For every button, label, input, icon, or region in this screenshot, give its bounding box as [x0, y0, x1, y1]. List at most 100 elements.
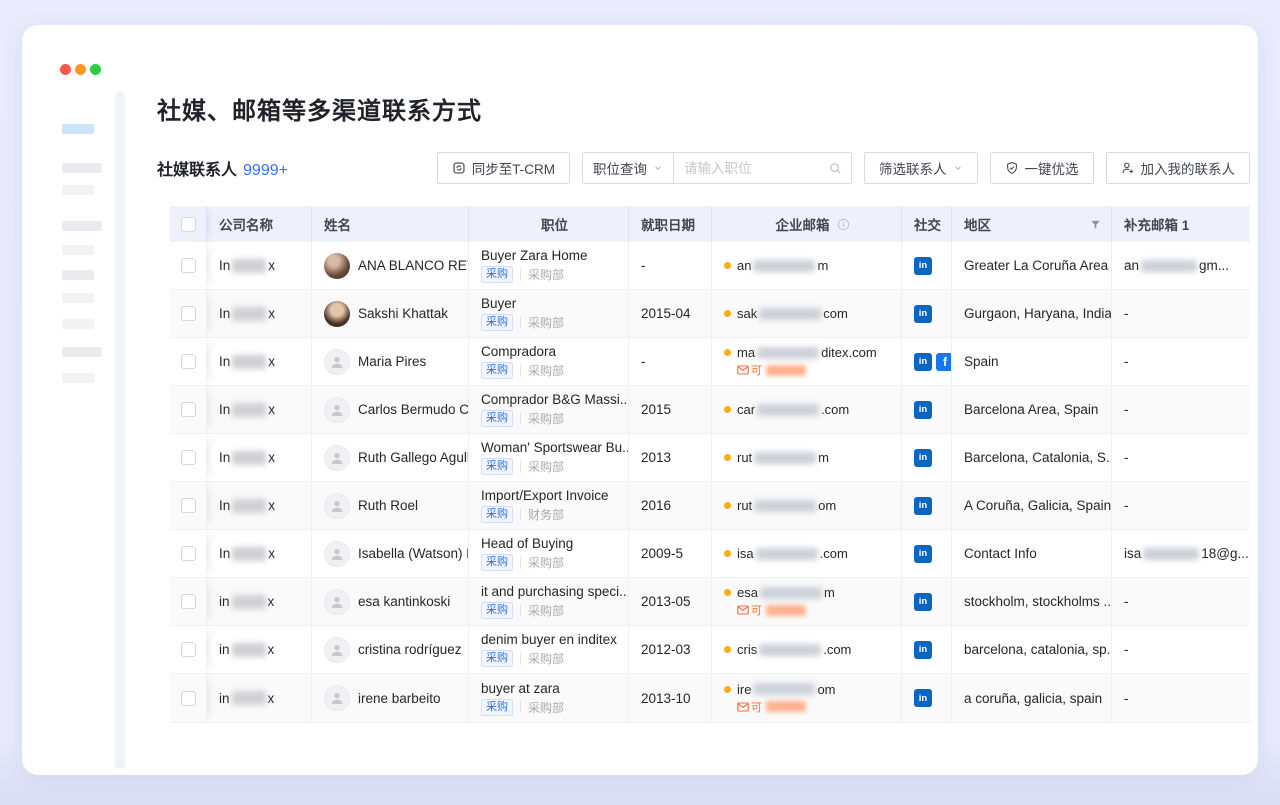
- redacted-email-text: [1141, 260, 1197, 272]
- avatar: [324, 541, 350, 567]
- sidebar-item[interactable]: [62, 163, 102, 173]
- search-icon[interactable]: [828, 161, 843, 176]
- position-cell: denim buyer en inditex 采购 采购部: [469, 626, 629, 673]
- linkedin-icon[interactable]: in: [914, 449, 932, 467]
- redacted-email-text: [759, 644, 821, 656]
- linkedin-icon[interactable]: in: [914, 401, 932, 419]
- table-row: Inx Maria Pires Compradora 采购 采购部 - madi…: [170, 338, 1250, 386]
- maximize-window-button[interactable]: [90, 64, 101, 75]
- position-query-dropdown[interactable]: 职位查询: [582, 152, 674, 184]
- table-row: inx cristina rodríguez denim buyer en in…: [170, 626, 1250, 674]
- tag-divider: [520, 317, 521, 329]
- facebook-icon[interactable]: f: [936, 353, 952, 371]
- close-window-button[interactable]: [60, 64, 71, 75]
- social-icons: in: [914, 305, 932, 323]
- row-checkbox[interactable]: [181, 354, 196, 369]
- filter-funnel-icon[interactable]: [1090, 219, 1101, 230]
- row-checkbox[interactable]: [181, 594, 196, 609]
- linkedin-icon[interactable]: in: [914, 305, 932, 323]
- region-cell: A Coruña, Galicia, Spain: [952, 482, 1112, 529]
- position-search-input[interactable]: [684, 161, 828, 176]
- linkedin-icon[interactable]: in: [914, 593, 932, 611]
- extra-email-cell: -: [1112, 434, 1250, 481]
- email-status-dot: [724, 262, 731, 269]
- contact-name: Carlos Bermudo Cr...: [358, 402, 469, 417]
- sidebar-item[interactable]: [62, 373, 95, 383]
- email-cell: rutom: [712, 482, 902, 529]
- chevron-down-icon: [953, 163, 963, 173]
- avatar: [324, 493, 350, 519]
- sidebar-item[interactable]: [62, 221, 102, 231]
- avatar: [324, 301, 350, 327]
- name-cell: irene barbeito: [312, 674, 469, 722]
- social-icons: inf: [914, 353, 952, 371]
- hire-date-cell: -: [629, 338, 712, 385]
- region-cell: Greater La Coruña Area: [952, 242, 1112, 289]
- role-tag: 采购: [481, 458, 513, 475]
- redacted-badge-text: [766, 365, 806, 376]
- name-cell: esa kantinkoski: [312, 578, 469, 625]
- sidebar-item[interactable]: [62, 293, 94, 303]
- toolbar: 社媒联系人 9999+ 同步至T-CRM 职位查询: [157, 152, 1250, 184]
- add-to-my-contacts-button[interactable]: 加入我的联系人: [1106, 152, 1251, 184]
- email-cell: maditex.com 可: [712, 338, 902, 385]
- linkedin-icon[interactable]: in: [914, 545, 932, 563]
- redacted-company-text: [232, 355, 266, 369]
- person-add-icon: [1121, 161, 1135, 175]
- role-tag: 采购: [481, 650, 513, 667]
- row-checkbox[interactable]: [181, 306, 196, 321]
- linkedin-icon[interactable]: in: [914, 641, 932, 659]
- department-label: 采购部: [528, 410, 564, 427]
- hire-date-cell: 2016: [629, 482, 712, 529]
- linkedin-icon[interactable]: in: [914, 689, 932, 707]
- company-cell: inx: [207, 626, 312, 673]
- sidebar-item[interactable]: [62, 347, 102, 357]
- person-icon: [329, 402, 345, 418]
- header-extra-email: 补充邮箱 1: [1112, 206, 1250, 242]
- table-row: Inx Isabella (Watson) L... Head of Buyin…: [170, 530, 1250, 578]
- row-checkbox[interactable]: [181, 258, 196, 273]
- department-label: 采购部: [528, 699, 564, 716]
- row-checkbox[interactable]: [181, 450, 196, 465]
- linkedin-icon[interactable]: in: [914, 497, 932, 515]
- department-label: 采购部: [528, 650, 564, 667]
- department-label: 财务部: [528, 506, 564, 523]
- email-status-dot: [724, 502, 731, 509]
- select-all-checkbox[interactable]: [181, 217, 196, 232]
- redacted-company-text: [232, 643, 266, 657]
- row-checkbox[interactable]: [181, 691, 196, 706]
- sidebar-item[interactable]: [62, 270, 94, 280]
- row-checkbox[interactable]: [181, 498, 196, 513]
- social-cell: in: [902, 290, 952, 337]
- email-cell: anm: [712, 242, 902, 289]
- name-cell: Ruth Roel: [312, 482, 469, 529]
- tag-divider: [520, 413, 521, 425]
- row-checkbox[interactable]: [181, 642, 196, 657]
- position-cell: Compradora 采购 采购部: [469, 338, 629, 385]
- tag-divider: [520, 365, 521, 377]
- region-cell: Barcelona Area, Spain: [952, 386, 1112, 433]
- sidebar-item[interactable]: [62, 245, 94, 255]
- row-checkbox[interactable]: [181, 546, 196, 561]
- sync-to-crm-button[interactable]: 同步至T-CRM: [437, 152, 570, 184]
- one-click-select-button[interactable]: 一键优选: [990, 152, 1094, 184]
- sidebar-item[interactable]: [62, 319, 94, 329]
- reachable-badge: 可: [737, 362, 808, 378]
- row-checkbox[interactable]: [181, 402, 196, 417]
- filter-contacts-button[interactable]: 筛选联系人: [864, 152, 978, 184]
- sidebar-item[interactable]: [62, 185, 94, 195]
- contact-name: cristina rodríguez: [358, 642, 462, 657]
- redacted-email-text: [753, 260, 815, 272]
- table-header: 公司名称 姓名 职位 就职日期 企业邮箱 社交 地区 补充邮箱 1: [170, 206, 1250, 242]
- header-date: 就职日期: [629, 206, 712, 242]
- social-cell: in: [902, 578, 952, 625]
- sidebar-item-active[interactable]: [62, 124, 94, 134]
- social-icons: in: [914, 449, 932, 467]
- avatar: [324, 397, 350, 423]
- linkedin-icon[interactable]: in: [914, 257, 932, 275]
- info-icon[interactable]: [837, 218, 850, 231]
- linkedin-icon[interactable]: in: [914, 353, 932, 371]
- redacted-email-text: [753, 683, 815, 695]
- department-label: 采购部: [528, 458, 564, 475]
- minimize-window-button[interactable]: [75, 64, 86, 75]
